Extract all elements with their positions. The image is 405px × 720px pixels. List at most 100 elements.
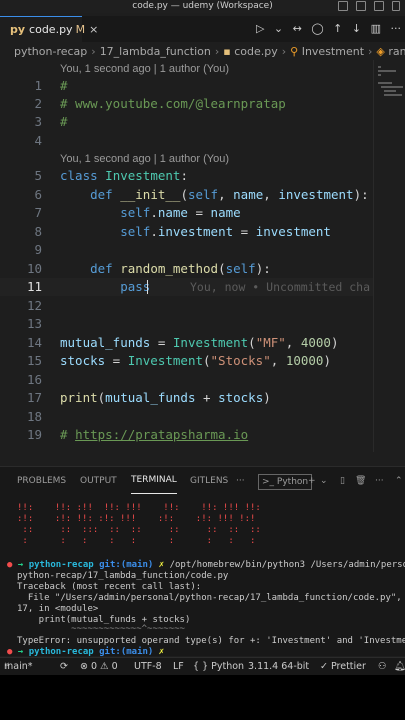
breadcrumb-file[interactable]: code.py <box>234 45 278 58</box>
traceback-line: Traceback (most recent call last): <box>17 582 202 592</box>
panel-options-icon[interactable]: ··· <box>375 467 384 495</box>
ascii-art-line: :!: :!: !!: :!: !!! :!: :!: !!! !:! <box>17 514 256 524</box>
split-terminal-icon[interactable]: ▯ <box>340 467 345 495</box>
breadcrumb-subfolder[interactable]: 17_lambda_function <box>100 45 211 58</box>
maximize-panel-icon[interactable]: ⌃ <box>395 467 403 495</box>
run-icon[interactable]: ▷ <box>256 16 264 42</box>
line-number: 1 <box>34 78 42 93</box>
code-line[interactable]: 10 def random_method(self): <box>0 260 373 278</box>
terminal-shell-selector[interactable]: >_ Python <box>258 474 313 490</box>
breadcrumb-folder[interactable]: python-recap <box>14 45 87 58</box>
tab-output[interactable]: OUTPUT <box>80 467 117 495</box>
terminal-output[interactable]: !!: !!: :!! !!: !!! !!: !!: !!! !!: :!: … <box>0 503 405 657</box>
tab-terminal[interactable]: TERMINAL <box>131 467 177 494</box>
line-text: self.investment = investment <box>120 224 331 239</box>
code-line[interactable]: 5 class Investment: <box>0 167 373 185</box>
code-line[interactable]: 14 mutual_funds = Investment("MF", 4000) <box>0 334 373 352</box>
next-change-icon[interactable]: ↓ <box>352 16 361 42</box>
code-line[interactable]: 6 def __init__(self, name, investment): <box>0 186 373 204</box>
git-blame-annotation[interactable]: You, 1 second ago | 1 author (You) <box>60 62 229 76</box>
breadcrumb: python-recap › 17_lambda_function › ▪ code.p… <box>0 43 405 61</box>
open-changes-icon[interactable]: ◯ <box>311 16 323 42</box>
notifications-icon[interactable]: 🔔︎ <box>394 658 405 675</box>
line-number: 8 <box>34 224 42 239</box>
language-mode[interactable]: { } Python <box>193 658 244 675</box>
encoding-indicator[interactable]: UTF-8 <box>134 658 162 675</box>
toggle-secondary-sidebar-icon[interactable] <box>374 1 384 11</box>
line-text: print(mutual_funds + stocks) <box>60 390 271 405</box>
editor-actions: ▷ ⌄ ↔ ◯ ↑ ↓ ▥ ··· <box>250 16 401 42</box>
code-line[interactable]: 18 <box>0 408 373 426</box>
line-number: 9 <box>34 242 42 257</box>
code-line-current[interactable]: 11 pass You, now • Uncommitted cha <box>0 278 373 296</box>
run-dropdown-icon[interactable]: ⌄ <box>274 16 283 42</box>
code-editor[interactable]: You, 1 second ago | 1 author (You) 1 # 2 #… <box>0 60 373 452</box>
split-editor-icon[interactable]: ▥ <box>371 16 381 42</box>
close-tab-icon[interactable]: × <box>89 23 98 36</box>
compare-changes-icon[interactable]: ↔ <box>293 16 302 42</box>
tab-problems[interactable]: PROBLEMS <box>17 467 66 495</box>
terminal-icon: >_ <box>262 477 277 487</box>
code-line[interactable]: 1 # <box>0 77 373 95</box>
tab-label: code.py <box>29 23 73 36</box>
panel-tab-bar: PROBLEMS OUTPUT TERMINAL GITLENS ··· >_ … <box>0 467 405 495</box>
toggle-sidebar-icon[interactable] <box>338 1 348 11</box>
code-line[interactable]: 19 # https://pratapsharma.io <box>0 426 373 444</box>
inline-blame-ghost: You, now • Uncommitted cha <box>190 280 371 294</box>
ascii-art-line: : : : : : : : : : <box>17 536 256 546</box>
traceback-line: 17, in <module> <box>17 604 99 614</box>
more-actions-icon[interactable]: ··· <box>391 16 402 42</box>
code-line[interactable]: 7 self.name = name <box>0 204 373 222</box>
ascii-art-line: :: :: ::: :: :: :: :: :: :: <box>17 525 261 535</box>
minimap[interactable] <box>373 60 405 452</box>
eol-indicator[interactable]: LF <box>173 658 184 675</box>
method-symbol-icon: ◈ <box>376 45 389 58</box>
line-text: self.name = name <box>120 205 241 220</box>
code-line[interactable]: 17 print(mutual_funds + stocks) <box>0 389 373 407</box>
panel-more-icon[interactable]: ··· <box>236 467 245 495</box>
line-number: 12 <box>26 298 42 313</box>
problems-counter[interactable]: ⊗ 0 ⚠ 0 <box>80 658 118 675</box>
ascii-art-line: !!: !!: :!! !!: !!! !!: !!: !!! !!: <box>17 503 261 513</box>
code-line[interactable]: 3 # <box>0 113 373 131</box>
bottom-panel: PROBLEMS OUTPUT TERMINAL GITLENS ··· >_ … <box>0 466 405 657</box>
line-number: 17 <box>26 390 42 405</box>
line-number: 13 <box>26 316 42 331</box>
code-line[interactable]: 15 stocks = Investment("Stocks", 10000) <box>0 352 373 370</box>
code-line[interactable]: 12 <box>0 297 373 315</box>
breadcrumb-method[interactable]: random_meth <box>388 45 405 58</box>
error-message: TypeError: unsupported operand type(s) f… <box>17 636 405 646</box>
code-line[interactable]: 4 <box>0 132 373 150</box>
prettier-status[interactable]: ✓ Prettier <box>320 658 366 675</box>
python-file-icon: py <box>10 23 26 36</box>
code-line[interactable]: 8 self.investment = investment <box>0 223 373 241</box>
line-number: 2 <box>34 96 42 111</box>
line-text: def random_method(self): <box>90 261 271 276</box>
feedback-icon[interactable]: ⚇ <box>378 658 387 675</box>
line-number: 5 <box>34 168 42 183</box>
breadcrumb-class[interactable]: Investment <box>302 45 364 58</box>
line-number: 11 <box>26 279 42 294</box>
code-line[interactable]: 9 <box>0 241 373 259</box>
previous-change-icon[interactable]: ↑ <box>333 16 342 42</box>
tab-gitlens[interactable]: GITLENS <box>190 467 228 495</box>
git-blame-annotation[interactable]: You, 1 second ago | 1 author (You) <box>60 152 229 166</box>
tab-code-py[interactable]: py code.py M × <box>0 16 98 42</box>
python-interpreter[interactable]: 3.11.4 64-bit <box>248 658 309 675</box>
sync-icon[interactable]: ⟳ <box>60 658 68 675</box>
code-line[interactable]: 2 # www.youtube.com/@learnpratap <box>0 95 373 113</box>
line-text: pass <box>60 279 151 294</box>
new-terminal-icon[interactable]: + <box>308 467 316 495</box>
line-text: # https://pratapsharma.io <box>60 427 249 442</box>
terminal-dropdown-icon[interactable]: ⌄ <box>320 467 328 495</box>
line-text: # <box>60 78 68 93</box>
line-number: 19 <box>26 427 42 442</box>
layout-icon[interactable] <box>392 1 400 11</box>
code-line[interactable]: 16 <box>0 371 373 389</box>
line-text: def __init__(self, name, investment): <box>90 187 369 202</box>
code-line[interactable]: 13 <box>0 315 373 333</box>
status-bar: ⑂ main* ⟳ ⊗ 0 ⚠ 0 UTF-8 LF { } Python 3.… <box>0 657 405 675</box>
shell-label: Python <box>276 477 309 487</box>
toggle-panel-icon[interactable] <box>356 1 366 11</box>
kill-terminal-icon[interactable]: 🗑 <box>355 467 366 495</box>
